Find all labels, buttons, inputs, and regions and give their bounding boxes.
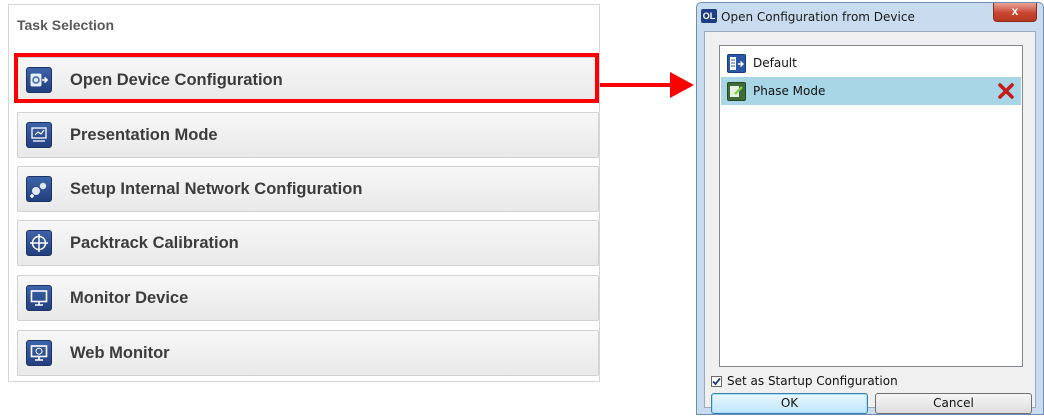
open-device-configuration-label: Open Device Configuration: [70, 70, 283, 89]
dialog-title: Open Configuration from Device: [721, 10, 915, 24]
config-edit-icon: [727, 81, 746, 101]
dialog-body: Default Phase Mode Set as Startup Config…: [704, 31, 1036, 414]
packtrack-calibration-label: Packtrack Calibration: [70, 233, 239, 252]
callout-arrow: [600, 72, 694, 98]
monitor-icon: [26, 285, 52, 311]
configuration-label-default: Default: [753, 56, 797, 70]
task-selection-panel: Task Selection Open Device Configuration…: [8, 4, 600, 382]
open-configuration-dialog: OL Open Configuration from Device x Defa…: [696, 2, 1044, 415]
presentation-mode-label: Presentation Mode: [70, 125, 218, 144]
close-button[interactable]: x: [993, 3, 1037, 22]
task-selection-title: Task Selection: [17, 17, 115, 33]
startup-checkbox[interactable]: [711, 375, 722, 387]
monitor-device-button[interactable]: Monitor Device: [17, 275, 599, 321]
delete-x-icon[interactable]: [997, 82, 1015, 100]
presentation-mode-button[interactable]: Presentation Mode: [17, 112, 599, 158]
network-icon: [26, 176, 52, 202]
web-monitor-label: Web Monitor: [70, 343, 170, 362]
configuration-label-phase-mode: Phase Mode: [753, 84, 826, 98]
startup-checkbox-row: Set as Startup Configuration: [711, 374, 898, 388]
cancel-button[interactable]: Cancel: [875, 393, 1032, 414]
startup-checkbox-label: Set as Startup Configuration: [727, 374, 898, 388]
configuration-item-phase-mode[interactable]: Phase Mode: [721, 77, 1021, 105]
config-icon: [727, 53, 746, 73]
presentation-icon: [26, 122, 52, 148]
open-device-configuration-button[interactable]: Open Device Configuration: [17, 57, 599, 103]
crosshair-icon: [26, 230, 52, 256]
web-monitor-icon: [26, 340, 52, 366]
setup-internal-network-configuration-label: Setup Internal Network Configuration: [70, 179, 363, 198]
monitor-device-label: Monitor Device: [70, 288, 189, 307]
configuration-item-default[interactable]: Default: [721, 49, 1021, 77]
close-icon: x: [1011, 4, 1019, 18]
configuration-list[interactable]: Default Phase Mode: [719, 45, 1023, 367]
dialog-titlebar: OL Open Configuration from Device x: [697, 3, 1043, 29]
checkmark-icon: [712, 377, 721, 385]
app-icon: OL: [701, 9, 717, 23]
packtrack-calibration-button[interactable]: Packtrack Calibration: [17, 220, 599, 266]
ok-button[interactable]: OK: [711, 393, 868, 414]
open-config-icon: [26, 67, 52, 93]
web-monitor-button[interactable]: Web Monitor: [17, 330, 599, 376]
setup-internal-network-configuration-button[interactable]: Setup Internal Network Configuration: [17, 166, 599, 212]
